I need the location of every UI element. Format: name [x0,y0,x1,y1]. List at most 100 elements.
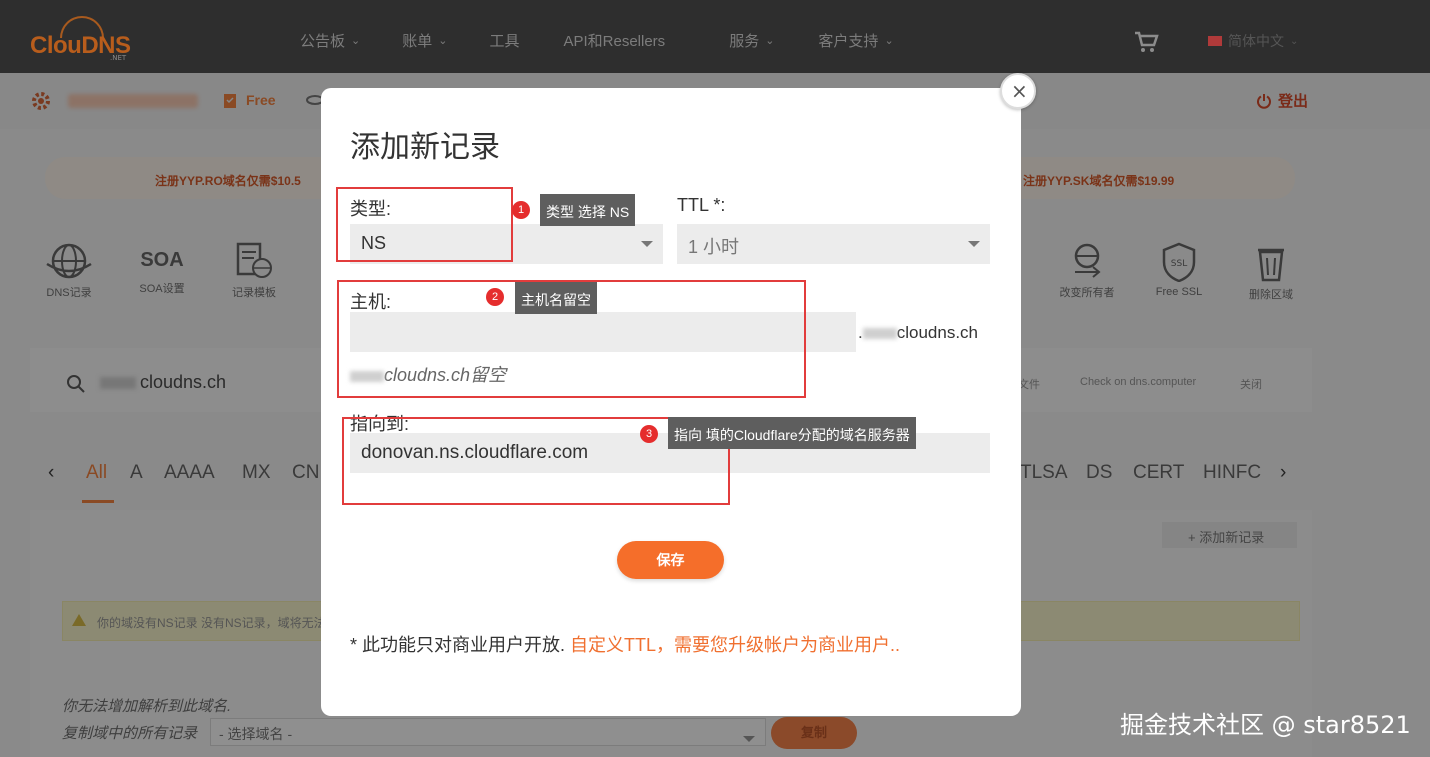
nav-item-label: 客户支持 [818,33,879,50]
chevron-down-icon: ⌄ [1290,35,1299,47]
host-domain-suffix: . cloudns.ch [858,323,978,343]
cloudns-logo[interactable]: ClouDNS .NET [30,16,131,62]
tool-label: SOA设置 [139,283,185,295]
annotation-badge-3: 3 [640,425,658,443]
active-tab-indicator [82,500,114,503]
warning-icon [72,614,86,626]
tool-delete-zone[interactable]: 删除区域 [1236,242,1306,302]
annotation-tip-1: 类型 选择 NS [540,194,636,226]
username-blurred [68,94,198,108]
annotation-tip-3: 指向 填的Cloudflare分配的域名服务器 [668,417,916,449]
tab-all[interactable]: All [86,462,107,484]
nav-item-label: 服务 [729,33,760,50]
tab-hinfo[interactable]: HINFC [1203,462,1261,484]
check-dns-button[interactable]: Check on dns.computer [1072,371,1205,395]
nav-item-label: 账单 [402,33,433,50]
tool-label: 改变所有者 [1059,287,1115,299]
tool-change-owner[interactable]: 改变所有者 [1052,242,1122,300]
nav-item-label: API和Resellers [563,33,666,50]
chevron-down-icon [743,736,755,742]
add-record-modal [321,88,1021,716]
select-placeholder: - 选择域名 - [219,726,293,742]
tab-cert[interactable]: CERT [1133,462,1184,484]
language-selector[interactable]: 简体中文 ⌄ [1208,31,1298,51]
save-button[interactable]: 保存 [617,541,724,579]
tool-label: DNS记录 [46,287,92,299]
power-icon [1257,93,1271,109]
search-icon[interactable] [66,374,86,394]
logout-label: 登出 [1278,93,1309,110]
tool-label: Free SSL [1155,286,1203,298]
tool-soa-settings[interactable]: SOA SOA设置 [127,246,197,296]
nav-item[interactable]: API和Resellers [563,30,665,51]
host-suffix-text: cloudns.ch [896,323,979,342]
template-globe-icon [236,242,272,278]
tab-cname[interactable]: CN [292,462,319,484]
nav-item[interactable]: 公告板 ⌄ [300,30,360,51]
tabs-prev-chevron-icon[interactable]: ‹ [48,462,54,484]
chevron-down-icon: ⌄ [351,35,361,47]
promo-text-left[interactable]: 注册YYP.RO域名仅需$10.5 [155,172,301,189]
nav-item[interactable]: 账单 ⌄ [402,30,447,51]
domain-blurred [100,377,136,390]
ttl-select[interactable]: 1 小时 [677,224,990,264]
tool-free-ssl[interactable]: SSL Free SSL [1144,242,1214,298]
nav-item[interactable]: 工具 [489,30,519,51]
tab-mx[interactable]: MX [242,462,271,484]
trash-icon [1258,248,1284,282]
ttl-select-value: 1 小时 [688,237,740,257]
nav-item-label: 工具 [489,33,520,50]
domain-blurred [862,328,897,340]
china-flag-icon [1208,36,1222,46]
annotation-badge-1: 1 [512,201,530,219]
annotation-box-type [336,187,513,262]
cant-add-message: 你无法增加解析到此域名. [62,698,232,715]
globe-icon [46,243,92,279]
main-nav: 公告板 ⌄ 账单 ⌄ 工具 API和Resellers 服务 ⌄ 客户支持 ⌄ [300,30,894,51]
chevron-down-icon [641,241,653,247]
upgrade-link[interactable]: 自定义TTL，需要您升级帐户为商业用户.. [570,635,900,655]
cart-icon[interactable] [1133,30,1159,54]
annotation-tip-2: 主机名留空 [515,282,597,314]
tab-tlsa[interactable]: TLSA [1020,462,1068,484]
logo-subtext: .NET [110,54,127,62]
logout-link[interactable]: 登出 [1256,90,1308,111]
copy-button[interactable]: 复制 [771,717,857,749]
note-text: * 此功能只对商业用户开放. [350,635,566,655]
business-note: * 此功能只对商业用户开放. 自定义TTL，需要您升级帐户为商业用户.. [350,631,900,657]
soa-icon: SOA [140,249,184,271]
copy-records-label: 复制域中的所有记录 [62,725,198,742]
plan-tag-icon [224,94,236,108]
nav-item-label: 公告板 [300,33,346,50]
ssl-shield-icon: SSL [1162,242,1196,282]
ttl-label: TTL *: [677,195,726,215]
tab-aaaa[interactable]: AAAA [164,462,215,484]
tool-dns-records[interactable]: DNS记录 [34,242,104,300]
tool-templates[interactable]: 记录模板 [219,242,289,300]
modal-title: 添加新记录 [350,131,500,164]
tab-a[interactable]: A [130,462,143,484]
tool-label: 记录模板 [232,287,276,299]
add-record-button[interactable]: + 添加新记录 [1162,522,1297,548]
plan-badge[interactable]: Free [222,90,276,110]
promo-text-right[interactable]: 注册YYP.SK域名仅需$19.99 [1023,172,1174,189]
annotation-badge-2: 2 [486,288,504,306]
chevron-down-icon: ⌄ [884,35,894,47]
watermark: 掘金技术社区 @ star8521 [1120,711,1411,739]
nav-item[interactable]: 服务 ⌄ [729,30,774,51]
svg-text:SSL: SSL [1171,259,1187,269]
nav-item[interactable]: 客户支持 ⌄ [818,30,893,51]
tab-ds[interactable]: DS [1086,462,1112,484]
zone-domain-suffix: cloudns.ch [140,372,227,392]
owner-globe-icon [1074,243,1101,278]
gear-icon[interactable] [30,90,52,112]
zone-domain: cloudns.ch [100,372,226,393]
plan-label: Free [246,92,276,108]
copy-domain-select[interactable]: - 选择域名 - [210,718,766,746]
chevron-down-icon: ⌄ [438,35,448,47]
tabs-next-chevron-icon[interactable]: › [1280,462,1286,484]
language-label: 简体中文 [1228,33,1284,49]
modal-close-button[interactable]: × [1000,73,1036,109]
zone-close-button[interactable]: 关闭 [1232,371,1270,395]
chevron-down-icon: ⌄ [765,35,775,47]
